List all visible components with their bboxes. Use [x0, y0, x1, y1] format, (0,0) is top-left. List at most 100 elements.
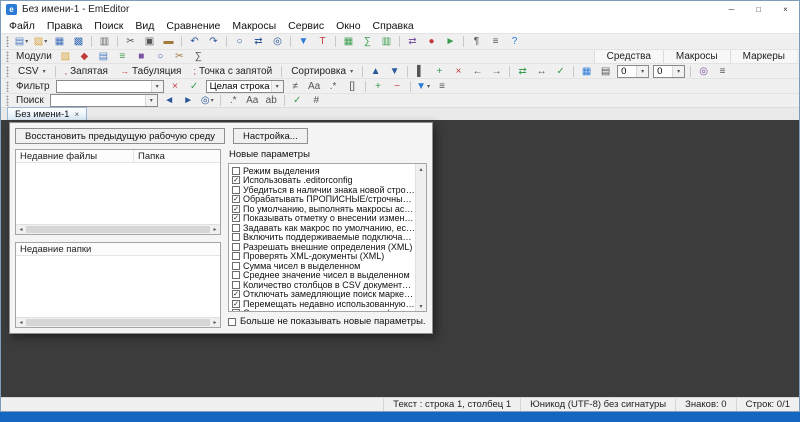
insert-column-icon[interactable]: +: [431, 65, 448, 78]
scrollbar-track[interactable]: [26, 225, 210, 234]
dont-show-checkbox-row[interactable]: Больше не показывать новые параметры.: [228, 315, 427, 328]
find-icon[interactable]: ○: [231, 35, 248, 48]
option-row[interactable]: Сумма чисел в выделенном: [232, 261, 415, 271]
highlight-all-icon[interactable]: ✓: [289, 94, 306, 107]
filter-match-case-icon[interactable]: Aa: [306, 80, 323, 93]
menu-compare[interactable]: Сравнение: [160, 20, 226, 32]
options-vscrollbar[interactable]: ▴ ▾: [415, 164, 426, 311]
recent-files-column-header[interactable]: Недавние файлы: [16, 150, 134, 162]
play-macro-icon[interactable]: ►: [442, 35, 459, 48]
checkbox-icon[interactable]: ✓: [232, 195, 240, 203]
find-next-icon[interactable]: ►: [180, 94, 197, 107]
toolbar-right-button-2[interactable]: Маркеры: [730, 50, 797, 63]
recent-folders-list[interactable]: Недавние папки ◂ ▸: [15, 242, 221, 328]
menu-macros[interactable]: Макросы: [226, 20, 282, 32]
minimize-button[interactable]: ─: [718, 1, 745, 18]
word-count-plugin-icon[interactable]: ∑: [190, 50, 207, 63]
scrollbar-track[interactable]: [416, 174, 426, 301]
sort-button[interactable]: Сортировка ▾: [286, 65, 358, 78]
filter-icon[interactable]: ▼: [295, 35, 312, 48]
recent-folders-body[interactable]: [16, 256, 220, 317]
scroll-right-icon[interactable]: ▸: [210, 225, 220, 235]
checkbox-icon[interactable]: ✓: [232, 176, 240, 184]
maximize-button[interactable]: □: [745, 1, 772, 18]
filter-options-icon[interactable]: ≡: [434, 80, 451, 93]
sort-ascending-icon[interactable]: ▲: [367, 65, 384, 78]
find-in-files-icon[interactable]: ◎: [269, 35, 286, 48]
heading-rows-icon[interactable]: ▤: [597, 65, 614, 78]
tab-close-icon[interactable]: ×: [74, 110, 79, 119]
menu-file[interactable]: Файл: [3, 20, 41, 32]
option-row[interactable]: ✓Обрабатывать ПРОПИСНЫЕ/строчные знаки в…: [232, 195, 415, 205]
find-all-icon[interactable]: ◎▾: [199, 94, 216, 107]
checkbox-icon[interactable]: [232, 243, 240, 251]
dropdown-arrow-icon[interactable]: ▾: [151, 81, 163, 92]
toolbar-grip[interactable]: [6, 95, 9, 106]
menu-edit[interactable]: Правка: [41, 20, 88, 32]
recent-files-list[interactable]: Недавние файлы Папка ◂ ▸: [15, 149, 221, 235]
checkbox-icon[interactable]: [232, 224, 240, 232]
heading-rows-spinner-1[interactable]: 0▾: [653, 65, 685, 78]
recent-files-body[interactable]: [16, 163, 220, 224]
toolbar-grip[interactable]: [6, 36, 9, 47]
filter-match-select[interactable]: Целая строка ▾: [206, 80, 284, 93]
option-row[interactable]: ✓Показывать отметку о внесении изменений…: [232, 214, 415, 224]
checkbox-icon[interactable]: ✓: [232, 309, 240, 311]
checkbox-icon[interactable]: [232, 281, 240, 289]
menu-window[interactable]: Окно: [330, 20, 366, 32]
menu-search[interactable]: Поиск: [88, 20, 129, 32]
restore-workspace-button[interactable]: Восстановить предыдущую рабочую среду: [15, 128, 225, 144]
save-icon[interactable]: ▦: [51, 35, 68, 48]
scroll-left-icon[interactable]: ◂: [16, 225, 26, 235]
menu-help[interactable]: Справка: [367, 20, 420, 32]
windows-taskbar[interactable]: [0, 412, 800, 422]
heading-rows-spinner-0[interactable]: 0▾: [617, 65, 649, 78]
checkbox-icon[interactable]: ✓: [232, 214, 240, 222]
filter-whole-word-icon[interactable]: []: [344, 80, 361, 93]
scroll-down-icon[interactable]: ▾: [416, 301, 426, 311]
help-icon[interactable]: ?: [506, 35, 523, 48]
adjust-column-width-icon[interactable]: ↔: [533, 65, 550, 78]
advanced-filter-icon[interactable]: ▼▾: [415, 80, 432, 93]
search-regex-icon[interactable]: .*: [225, 94, 242, 107]
option-row[interactable]: Режим выделения: [232, 166, 415, 176]
recent-files-hscrollbar[interactable]: ◂ ▸: [16, 224, 220, 234]
option-row[interactable]: ✓Связывать новые горизонтальные/вертикал…: [232, 309, 415, 312]
recent-folders-column-header[interactable]: Недавние папки: [16, 243, 220, 255]
checkbox-icon[interactable]: [228, 318, 236, 326]
folder-column-header[interactable]: Папка: [134, 150, 220, 162]
word-wrap-icon[interactable]: ¶: [468, 35, 485, 48]
number-range-icon[interactable]: #: [308, 94, 325, 107]
checkbox-icon[interactable]: ✓: [232, 300, 240, 308]
dropdown-arrow-icon[interactable]: ▾: [145, 95, 157, 106]
toolbar-right-button-1[interactable]: Макросы: [663, 50, 730, 63]
projects-plugin-icon[interactable]: ■: [133, 50, 150, 63]
option-row[interactable]: ✓Отключать замедляющие поиск маркеры на …: [232, 290, 415, 300]
checkbox-icon[interactable]: [232, 271, 240, 279]
dropdown-arrow-icon[interactable]: ▾: [672, 66, 684, 77]
table-icon[interactable]: ▥: [378, 35, 395, 48]
move-column-left-icon[interactable]: ←: [469, 65, 486, 78]
option-row[interactable]: ✓По умолчанию, выполнять макросы асинхро…: [232, 204, 415, 214]
checkbox-icon[interactable]: ✓: [232, 205, 240, 213]
option-row[interactable]: ✓Перемещать недавно использованную строк…: [232, 299, 415, 309]
print-icon[interactable]: ▥: [96, 35, 113, 48]
negative-filter-icon[interactable]: ≠: [287, 80, 304, 93]
auto-detect-csv-icon[interactable]: ◎: [695, 65, 712, 78]
option-row[interactable]: Задавать как макрос по умолчанию, если о…: [232, 223, 415, 233]
cut-icon[interactable]: ✂: [122, 35, 139, 48]
option-row[interactable]: Разрешать внешние определения (XML): [232, 242, 415, 252]
search-plugin-icon[interactable]: ○: [152, 50, 169, 63]
open-file-icon[interactable]: ▨▾: [32, 35, 49, 48]
validate-csv-icon[interactable]: ✓: [552, 65, 569, 78]
scrollbar-thumb[interactable]: [26, 319, 210, 326]
copy-icon[interactable]: ▣: [141, 35, 158, 48]
csv-options-icon[interactable]: ≡: [714, 65, 731, 78]
option-row[interactable]: Проверять XML-документы (XML): [232, 252, 415, 262]
dropdown-arrow-icon[interactable]: ▾: [271, 81, 283, 92]
replace-icon[interactable]: ⇄: [250, 35, 267, 48]
filter-apply-icon[interactable]: ✓: [186, 80, 203, 93]
editor-area[interactable]: Восстановить предыдущую рабочую среду На…: [1, 120, 799, 397]
scroll-right-icon[interactable]: ▸: [210, 318, 220, 328]
toolbar-grip[interactable]: [6, 66, 9, 77]
